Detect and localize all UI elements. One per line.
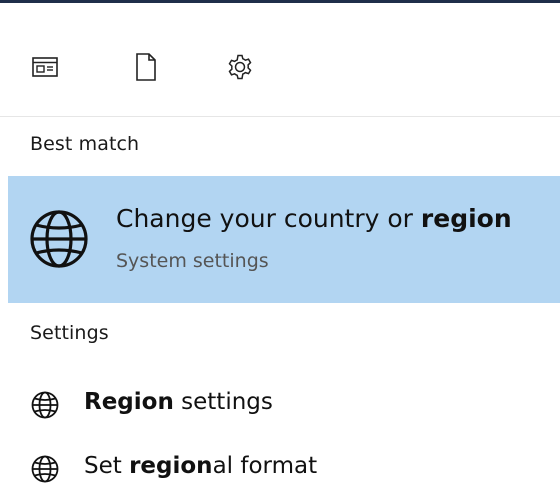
- settings-filter-button[interactable]: [223, 50, 257, 84]
- globe-icon: [31, 455, 59, 483]
- app-window-icon: [32, 57, 58, 77]
- search-results-panel: Best match Change your country or region…: [0, 0, 560, 488]
- result-label: Region settings: [84, 389, 273, 415]
- best-match-heading: Best match: [30, 133, 140, 155]
- best-match-title: Change your country or region: [116, 204, 512, 233]
- globe-icon: [31, 391, 59, 419]
- result-label: Set regional format: [84, 453, 318, 479]
- filter-divider: [0, 116, 560, 117]
- top-border: [0, 0, 560, 3]
- search-filter-bar: [0, 38, 560, 98]
- region-settings-result[interactable]: Region settings: [0, 376, 560, 434]
- settings-heading: Settings: [30, 322, 109, 344]
- best-match-result[interactable]: Change your country or region System set…: [8, 176, 560, 303]
- apps-filter-button[interactable]: [28, 50, 62, 84]
- best-match-subtitle: System settings: [116, 250, 269, 272]
- regional-format-result[interactable]: Set regional format: [0, 440, 560, 488]
- gear-icon: [228, 54, 252, 80]
- documents-filter-button[interactable]: [129, 50, 163, 84]
- globe-icon: [30, 210, 88, 268]
- document-icon: [136, 53, 156, 81]
